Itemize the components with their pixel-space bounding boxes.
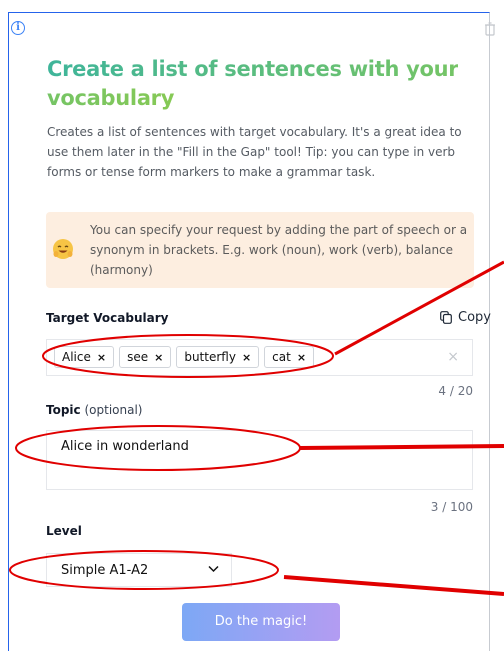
vocabulary-input[interactable]: Alice × see × butterfly × cat × × — [46, 339, 473, 376]
level-value: Simple A1-A2 — [61, 563, 149, 578]
tag-label: butterfly — [184, 350, 236, 364]
remove-tag-icon[interactable]: × — [154, 351, 163, 364]
level-label: Level — [46, 524, 82, 538]
tip-text: You can specify your request by adding t… — [90, 223, 468, 277]
vocabulary-tag: see × — [119, 346, 172, 368]
topic-value: Alice in wonderland — [61, 439, 189, 454]
remove-tag-icon[interactable]: × — [242, 351, 251, 364]
vocabulary-tag: butterfly × — [176, 346, 260, 368]
topic-label: Topic (optional) — [46, 403, 142, 417]
tip-box: You can specify your request by adding t… — [46, 212, 474, 288]
tag-label: cat — [272, 350, 291, 364]
vocabulary-tags: Alice × see × butterfly × cat × — [54, 346, 315, 368]
info-circle-icon[interactable]: i — [11, 21, 25, 35]
topic-counter: 3 / 100 — [430, 500, 473, 514]
topic-label-text: Topic — [46, 403, 81, 417]
optional-hint: (optional) — [80, 403, 143, 417]
tag-label: see — [127, 350, 149, 364]
copy-icon — [440, 311, 452, 324]
remove-tag-icon[interactable]: × — [297, 351, 306, 364]
vocabulary-counter: 4 / 20 — [438, 384, 473, 398]
vocabulary-tag: cat × — [264, 346, 315, 368]
tag-label: Alice — [62, 350, 91, 364]
trash-icon[interactable] — [484, 22, 496, 36]
clear-all-icon[interactable]: × — [447, 349, 459, 365]
target-vocabulary-label: Target Vocabulary — [46, 311, 169, 325]
tool-description: Creates a list of sentences with target … — [47, 125, 462, 179]
copy-label: Copy — [458, 310, 491, 325]
copy-button[interactable]: Copy — [440, 310, 491, 325]
do-the-magic-button[interactable]: Do the magic! — [182, 603, 340, 641]
level-select[interactable]: Simple A1-A2 — [46, 553, 232, 587]
vocabulary-tag: Alice × — [54, 346, 115, 368]
page-title: Create a list of sentences with your voc… — [47, 57, 459, 110]
smiling-emoji-icon — [53, 239, 73, 259]
topic-input[interactable]: Alice in wonderland — [46, 430, 473, 490]
remove-tag-icon[interactable]: × — [97, 351, 106, 364]
chevron-down-icon — [208, 565, 219, 573]
